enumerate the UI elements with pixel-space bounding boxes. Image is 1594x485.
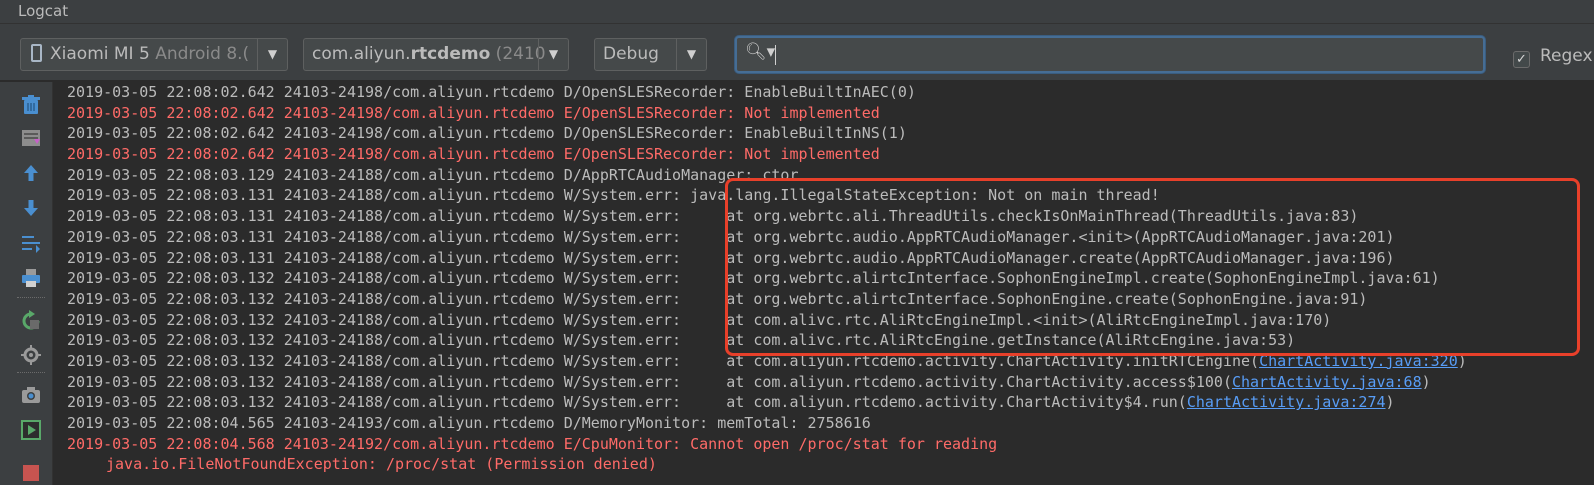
log-line: 2019-03-05 22:08:03.132 24103-24188/com.… [54,310,1594,331]
log-line: 2019-03-05 22:08:02.642 24103-24198/com.… [54,82,1594,103]
log-level-value: Debug [603,44,659,64]
trash-icon[interactable] [20,94,42,116]
log-line: 2019-03-05 22:08:03.129 24103-24188/com.… [54,165,1594,186]
regex-label: Regex [1540,46,1593,66]
stop-icon[interactable] [20,462,42,484]
toolbar-separator [17,372,45,373]
settings-icon[interactable] [20,344,42,366]
log-text: 2019-03-05 22:08:02.642 24103-24198/com.… [67,145,880,164]
log-line: 2019-03-05 22:08:02.642 24103-24198/com.… [54,144,1594,165]
search-icon[interactable]: 🔍︎▾ [745,42,775,62]
scroll-to-end-icon[interactable] [20,127,42,149]
chevron-down-icon[interactable]: ▼ [257,39,287,70]
log-line: 2019-03-05 22:08:03.132 24103-24188/com.… [54,289,1594,310]
log-line: 2019-03-05 22:08:03.132 24103-24188/com.… [54,268,1594,289]
process-prefix: com.aliyun. [312,44,411,64]
search-field[interactable]: 🔍︎▾ [735,36,1485,73]
log-text: 2019-03-05 22:08:03.132 24103-24188/com.… [67,310,1332,329]
record-icon[interactable] [20,419,42,441]
log-text-suffix: ) [1421,372,1431,391]
log-text: 2019-03-05 22:08:03.132 24103-24188/com.… [67,331,1296,350]
log-line: 2019-03-05 22:08:02.642 24103-24198/com.… [54,103,1594,124]
chevron-down-icon[interactable]: ▼ [538,39,568,70]
log-line: 2019-03-05 22:08:02.642 24103-24198/com.… [54,123,1594,144]
log-text: 2019-03-05 22:08:03.132 24103-24188/com.… [67,393,1187,412]
panel-title: Logcat [0,0,1594,24]
process-name: rtcdemo [410,44,491,64]
source-link[interactable]: ChartActivity.java:68 [1232,373,1422,391]
logcat-toolbar: Xiaomi MI 5 Android 8.( ▼ com.aliyun.rtc… [0,24,1594,81]
device-name: Xiaomi MI 5 [50,44,150,64]
log-line: 2019-03-05 22:08:03.131 24103-24188/com.… [54,206,1594,227]
regex-checkbox[interactable]: ✓ Regex [1513,46,1593,68]
log-text: 2019-03-05 22:08:03.131 24103-24188/com.… [67,248,1395,267]
source-link[interactable]: ChartActivity.java:320 [1259,352,1458,370]
log-line: 2019-03-05 22:08:03.132 24103-24188/com.… [54,330,1594,351]
text-caret [775,45,776,65]
log-text: 2019-03-05 22:08:03.132 24103-24188/com.… [67,269,1440,288]
log-text: 2019-03-05 22:08:02.642 24103-24198/com.… [67,83,916,101]
log-text: 2019-03-05 22:08:04.568 24103-24192/com.… [67,434,998,453]
down-arrow-icon[interactable] [20,197,42,219]
log-line: 2019-03-05 22:08:04.568 24103-24192/com.… [54,434,1594,455]
log-line: 2019-03-05 22:08:03.131 24103-24188/com.… [54,227,1594,248]
log-text: 2019-03-05 22:08:04.565 24103-24193/com.… [67,414,871,432]
log-line: 2019-03-05 22:08:03.132 24103-24188/com.… [54,351,1594,372]
device-selector[interactable]: Xiaomi MI 5 Android 8.( ▼ [20,38,288,71]
log-line: 2019-03-05 22:08:04.565 24103-24193/com.… [54,413,1594,434]
search-input[interactable] [777,40,1477,68]
log-line: 2019-03-05 22:08:03.132 24103-24188/com.… [54,372,1594,393]
device-os: Android 8.( [155,44,250,64]
restart-icon[interactable] [20,310,42,332]
chevron-down-icon[interactable]: ▼ [676,39,706,70]
process-selector[interactable]: com.aliyun.rtcdemo (2410 ▼ [303,38,569,71]
logcat-window: Logcat Xiaomi MI 5 Android 8.( ▼ com.ali… [0,0,1594,485]
toolbar-separator [17,297,45,298]
log-output[interactable]: 2019-03-05 22:08:02.642 24103-24198/com.… [54,82,1594,485]
log-text-suffix: ) [1457,351,1467,370]
log-line: 2019-03-05 22:08:03.132 24103-24188/com.… [54,392,1594,413]
source-link[interactable]: ChartActivity.java:274 [1187,393,1386,411]
up-arrow-icon[interactable] [20,162,42,184]
log-text: java.io.FileNotFoundException: /proc/sta… [106,455,657,474]
log-text: 2019-03-05 22:08:03.131 24103-24188/com.… [67,186,1160,205]
log-line: 2019-03-05 22:08:03.131 24103-24188/com.… [54,185,1594,206]
camera-icon[interactable] [20,384,42,406]
log-text: 2019-03-05 22:08:03.132 24103-24188/com.… [67,372,1232,391]
log-text: 2019-03-05 22:08:03.131 24103-24188/com.… [67,227,1395,246]
checkbox-checked-icon[interactable]: ✓ [1513,51,1530,68]
log-line: java.io.FileNotFoundException: /proc/sta… [54,454,1594,475]
log-level-selector[interactable]: Debug ▼ [594,38,707,71]
log-text: 2019-03-05 22:08:03.131 24103-24188/com.… [67,207,1359,226]
log-text-suffix: ) [1385,393,1395,412]
logcat-side-toolbar [0,82,53,485]
log-text: 2019-03-05 22:08:03.132 24103-24188/com.… [67,351,1260,370]
log-text: 2019-03-05 22:08:03.129 24103-24188/com.… [67,165,799,184]
phone-icon [31,44,42,62]
soft-wrap-icon[interactable] [20,232,42,254]
log-text: 2019-03-05 22:08:02.642 24103-24198/com.… [67,103,880,122]
log-line: 2019-03-05 22:08:03.131 24103-24188/com.… [54,248,1594,269]
print-icon[interactable] [20,267,42,289]
log-text: 2019-03-05 22:08:03.132 24103-24188/com.… [67,289,1368,308]
log-text: 2019-03-05 22:08:02.642 24103-24198/com.… [67,124,907,143]
